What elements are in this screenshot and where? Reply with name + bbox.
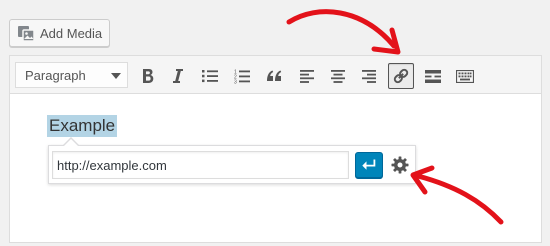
format-select-value: Paragraph: [25, 67, 86, 83]
gear-icon: [391, 156, 409, 174]
enter-arrow-icon: [362, 159, 376, 170]
apply-link-button[interactable]: [355, 152, 383, 178]
numbered-list-icon: 1 2 3: [234, 69, 250, 84]
align-left-icon: [300, 69, 314, 83]
insert-link-button[interactable]: [388, 63, 414, 89]
read-more-icon: [425, 69, 441, 83]
toolbar-toggle-icon: [456, 69, 474, 83]
chevron-down-icon: [111, 73, 121, 79]
url-input[interactable]: [52, 151, 349, 179]
add-media-button[interactable]: Add Media: [9, 19, 110, 47]
bold-button[interactable]: [135, 63, 161, 89]
add-media-label: Add Media: [40, 25, 103, 41]
italic-button[interactable]: [165, 63, 191, 89]
editor-toolbar: Paragraph 1 2 3: [10, 56, 541, 94]
format-select[interactable]: Paragraph: [15, 62, 128, 88]
numbered-list-button[interactable]: 1 2 3: [229, 63, 255, 89]
bulleted-list-icon: [202, 70, 218, 83]
align-center-icon: [331, 69, 345, 83]
svg-text:3: 3: [234, 79, 237, 84]
editor: Paragraph 1 2 3 Example http://example.c…: [9, 55, 542, 243]
selected-text[interactable]: Example: [47, 115, 118, 137]
toolbar-toggle-button[interactable]: [452, 63, 478, 89]
annotation-arrow-toolbar: [286, 9, 401, 55]
insert-link-icon: [393, 68, 409, 84]
popup-pointer-fill: [64, 139, 78, 146]
align-left-button[interactable]: [294, 63, 320, 89]
read-more-button[interactable]: [420, 63, 446, 89]
align-right-button[interactable]: [356, 63, 382, 89]
align-right-icon: [362, 69, 376, 83]
inline-link-popup: [48, 137, 416, 184]
bulleted-list-button[interactable]: [197, 63, 223, 89]
blockquote-icon: [267, 70, 282, 81]
align-center-button[interactable]: [325, 63, 351, 89]
blockquote-button[interactable]: [261, 63, 287, 89]
italic-icon: [173, 69, 183, 83]
editor-content[interactable]: Example: [10, 95, 541, 242]
bold-icon: [143, 69, 154, 83]
media-icon: [17, 24, 35, 42]
link-settings-button[interactable]: [387, 152, 413, 178]
